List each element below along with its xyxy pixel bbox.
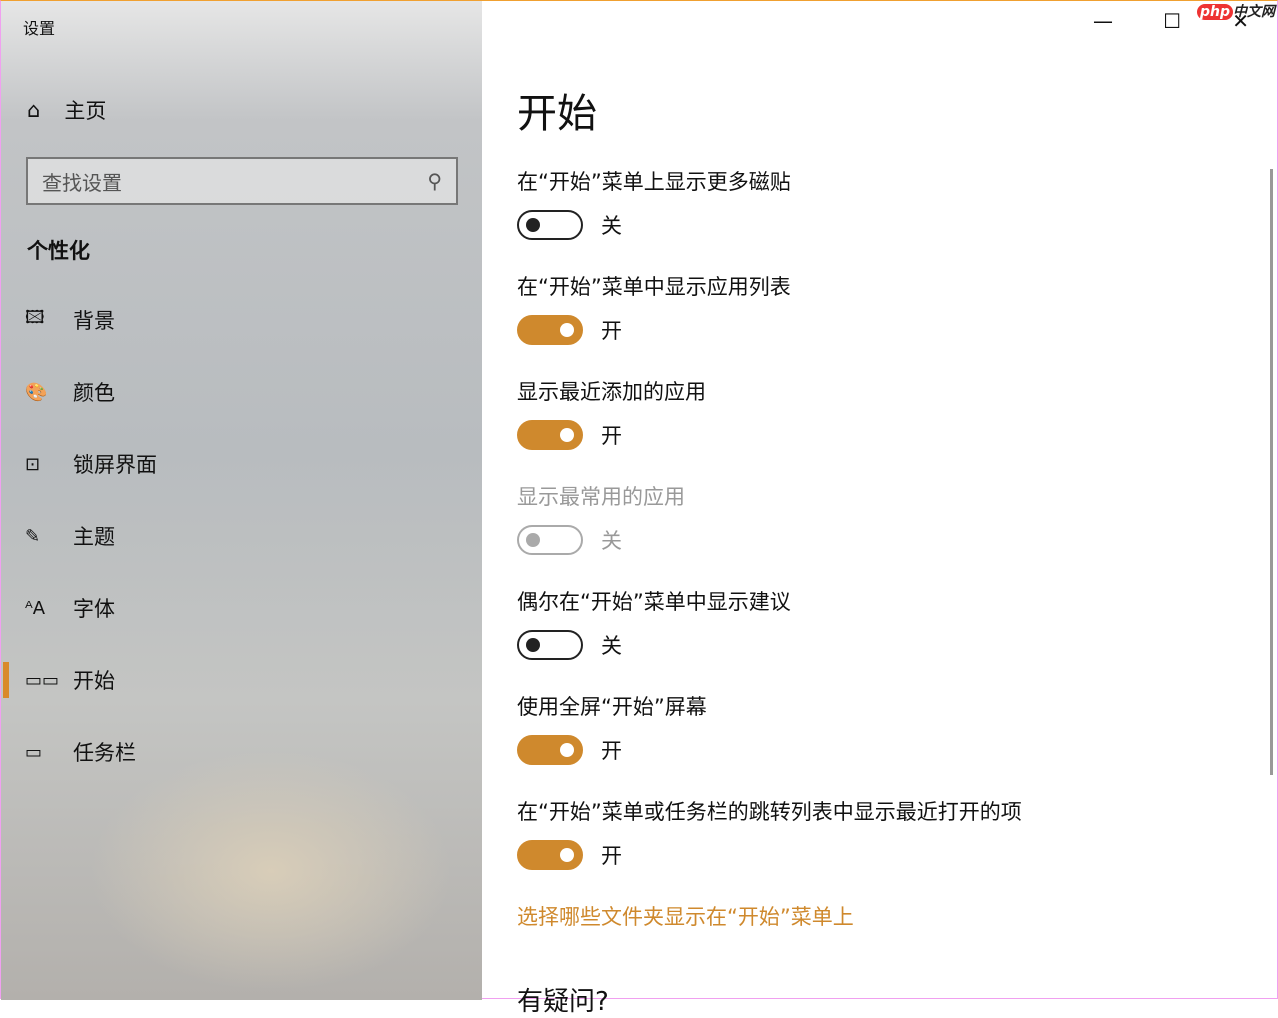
nav-home[interactable]: ⌂ 主页 — [27, 95, 106, 125]
toggle-state: 开 — [601, 315, 622, 345]
sidebar: 设置 ⌂主页 查找设置⚲ 个性化 🖾背景🎨颜色⊡锁屏界面✎主题ᴬA字体▭▭开始▭… — [1, 1, 482, 1000]
theme-icon: ✎ — [1, 526, 73, 547]
sidebar-item-label: 字体 — [73, 593, 115, 623]
sidebar-item-label: 锁屏界面 — [73, 449, 157, 479]
toggle-switch — [517, 525, 583, 555]
toggle-switch[interactable] — [517, 630, 583, 660]
sidebar-item-label: 任务栏 — [73, 737, 136, 767]
toggle-state: 开 — [601, 735, 622, 765]
setting-label: 偶尔在“开始”菜单中显示建议 — [517, 586, 791, 616]
main-pane: — ☐ ✕ php中文网 开始 在“开始”菜单上显示更多磁贴关在“开始”菜单中显… — [482, 1, 1277, 998]
toggle-switch[interactable] — [517, 420, 583, 450]
window-title: 设置 — [23, 15, 55, 39]
home-label: 主页 — [64, 95, 106, 125]
search-icon: ⚲ — [427, 169, 442, 193]
setting-row: 显示最常用的应用关 — [517, 481, 685, 555]
faq-heading: 有疑问? — [517, 981, 609, 1018]
setting-label: 使用全屏“开始”屏幕 — [517, 691, 707, 721]
lock-screen-icon: ⊡ — [1, 454, 73, 475]
toggle-state: 关 — [601, 525, 622, 555]
setting-label: 显示最近添加的应用 — [517, 376, 706, 406]
home-icon: ⌂ — [27, 98, 40, 122]
sidebar-item-label: 主题 — [73, 521, 115, 551]
font-icon: ᴬA — [1, 598, 73, 619]
toggle-switch[interactable] — [517, 840, 583, 870]
image-icon: 🖾 — [1, 305, 73, 335]
setting-row: 偶尔在“开始”菜单中显示建议关 — [517, 586, 791, 660]
sidebar-item-label: 开始 — [73, 665, 115, 695]
page-title: 开始 — [517, 81, 597, 139]
setting-row: 显示最近添加的应用开 — [517, 376, 706, 450]
sidebar-item-label: 颜色 — [73, 377, 115, 407]
setting-row: 使用全屏“开始”屏幕开 — [517, 691, 707, 765]
sidebar-item[interactable]: 🎨颜色 — [1, 370, 482, 414]
choose-folders-link[interactable]: 选择哪些文件夹显示在“开始”菜单上 — [517, 901, 854, 931]
maximize-button[interactable]: ☐ — [1163, 9, 1181, 33]
minimize-button[interactable]: — — [1093, 9, 1113, 33]
search-placeholder: 查找设置 — [42, 167, 122, 196]
sidebar-item[interactable]: ▭任务栏 — [1, 730, 482, 774]
setting-label: 在“开始”菜单或任务栏的跳转列表中显示最近打开的项 — [517, 796, 1022, 826]
sidebar-item-label: 背景 — [73, 305, 115, 335]
section-heading: 个性化 — [27, 235, 90, 265]
sidebar-item[interactable]: ▭▭开始 — [1, 658, 482, 702]
start-icon: ▭▭ — [1, 670, 73, 691]
toggle-switch[interactable] — [517, 315, 583, 345]
scrollbar[interactable] — [1270, 169, 1273, 775]
setting-label: 在“开始”菜单上显示更多磁贴 — [517, 166, 791, 196]
taskbar-icon: ▭ — [1, 742, 73, 763]
setting-label: 在“开始”菜单中显示应用列表 — [517, 271, 791, 301]
setting-row: 在“开始”菜单上显示更多磁贴关 — [517, 166, 791, 240]
sidebar-item[interactable]: ✎主题 — [1, 514, 482, 558]
toggle-state: 关 — [601, 630, 622, 660]
sidebar-item[interactable]: ⊡锁屏界面 — [1, 442, 482, 486]
search-input[interactable]: 查找设置 ⚲ — [26, 157, 458, 205]
toggle-switch[interactable] — [517, 210, 583, 240]
palette-icon: 🎨 — [1, 382, 73, 403]
setting-row: 在“开始”菜单中显示应用列表开 — [517, 271, 791, 345]
sidebar-item[interactable]: 🖾背景 — [1, 298, 482, 342]
toggle-switch[interactable] — [517, 735, 583, 765]
toggle-state: 开 — [601, 420, 622, 450]
watermark-logo: php中文网 — [1197, 1, 1275, 21]
toggle-state: 开 — [601, 840, 622, 870]
toggle-state: 关 — [601, 210, 622, 240]
setting-row: 在“开始”菜单或任务栏的跳转列表中显示最近打开的项开 — [517, 796, 1022, 870]
sidebar-item[interactable]: ᴬA字体 — [1, 586, 482, 630]
setting-label: 显示最常用的应用 — [517, 481, 685, 511]
